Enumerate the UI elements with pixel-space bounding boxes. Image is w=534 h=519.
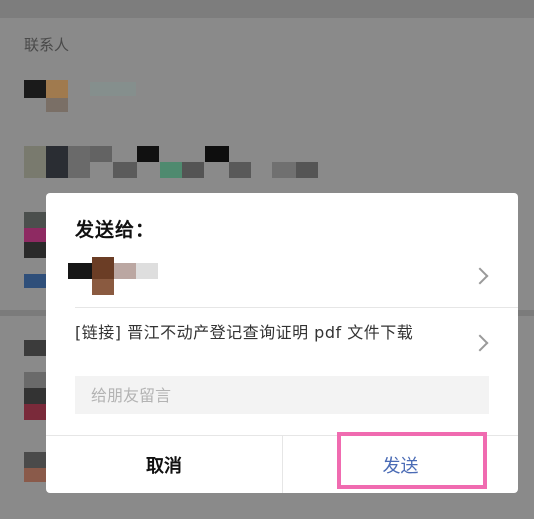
contact-avatar-part: [24, 242, 46, 258]
chevron-right-icon: [471, 267, 489, 285]
recipient-row[interactable]: [46, 245, 518, 305]
contact-name-blur: [182, 162, 204, 178]
contact-avatar: [24, 146, 46, 178]
contact-name-blur: [296, 162, 318, 178]
contact-name-blur: [272, 162, 296, 178]
contact-name-blur: [160, 162, 182, 178]
recipient-avatar: [68, 257, 160, 295]
send-button[interactable]: 发送: [283, 436, 518, 493]
message-input[interactable]: [75, 376, 489, 414]
contact-avatar: [24, 340, 46, 356]
contact-name-blur: [205, 146, 229, 162]
contact-avatar-part: [46, 80, 68, 98]
contact-avatar: [24, 80, 46, 98]
shared-link-row[interactable]: [链接] 晋江不动产登记查询证明 pdf 文件下载: [75, 323, 495, 343]
background-top-bar: [0, 0, 534, 18]
contact-name-blur: [90, 82, 136, 96]
contact-avatar-part: [24, 274, 46, 288]
contact-avatar-part: [68, 146, 90, 178]
contact-avatar-part: [24, 452, 46, 468]
contact-avatar-part: [24, 388, 46, 404]
shared-link-text: [链接] 晋江不动产登记查询证明 pdf 文件下载: [75, 323, 414, 342]
contact-avatar-part: [24, 404, 46, 420]
share-dialog: 发送给： [链接] 晋江不动产登记查询证明 pdf 文件下载 取消 发送: [46, 193, 518, 493]
contact-name-blur: [90, 146, 112, 162]
contact-avatar-part: [24, 372, 46, 388]
contact-avatar: [24, 212, 46, 228]
contact-name-blur: [229, 162, 251, 178]
contact-avatar-part: [46, 98, 68, 112]
cancel-button[interactable]: 取消: [46, 436, 282, 493]
contacts-section-title: 联系人: [24, 36, 70, 54]
contact-name-blur: [113, 162, 137, 178]
contact-avatar-part: [46, 146, 68, 178]
dialog-title: 发送给：: [75, 219, 156, 241]
dialog-divider: [75, 307, 518, 308]
contact-name-blur: [137, 146, 159, 162]
contact-avatar-part: [24, 228, 46, 242]
contact-avatar-part: [24, 468, 46, 482]
